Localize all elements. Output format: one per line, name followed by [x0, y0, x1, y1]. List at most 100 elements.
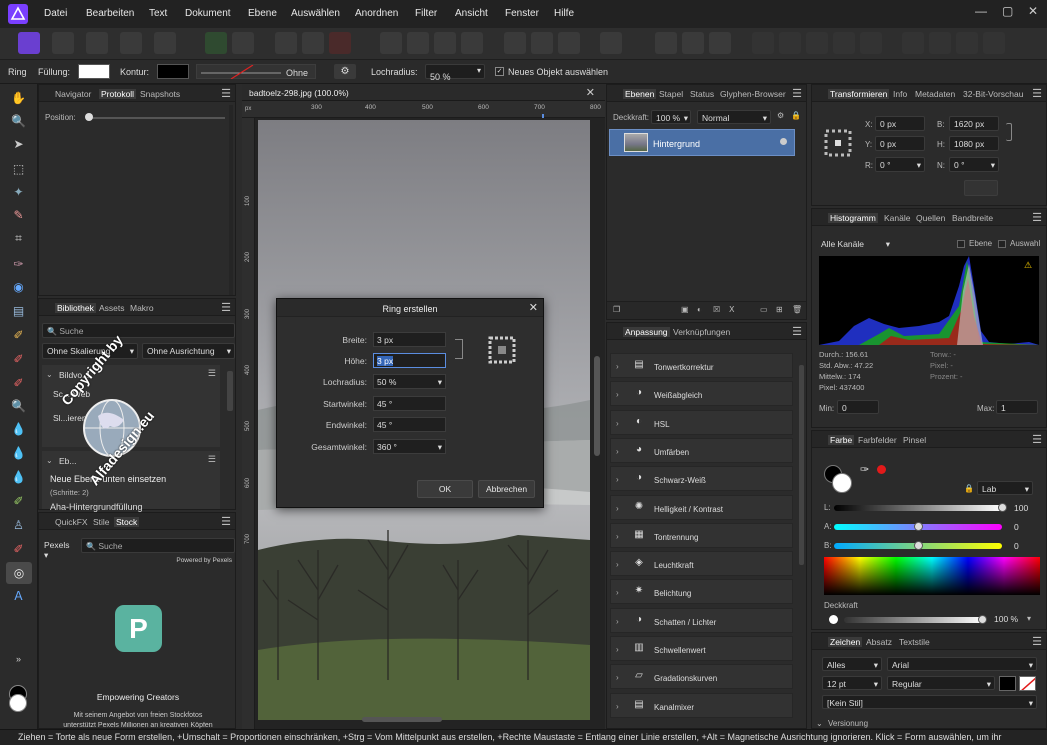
eyedropper-icon[interactable]: ✑: [860, 463, 869, 476]
menu-hilfe[interactable]: Hilfe: [554, 8, 574, 19]
y-input[interactable]: 0 px: [875, 136, 925, 151]
gear-icon[interactable]: ⚙: [777, 111, 784, 120]
tab-snapshots[interactable]: Snapshots: [140, 89, 180, 99]
arrange-front-icon[interactable]: [902, 32, 924, 54]
chevron-down-icon[interactable]: ⌄: [816, 719, 823, 728]
folder-icon[interactable]: ▭: [760, 305, 768, 314]
contrast-icon[interactable]: [407, 32, 429, 54]
boolean-subtract-icon[interactable]: [779, 32, 801, 54]
scale-select[interactable]: Ohne Skalierung ▾: [42, 343, 138, 359]
stroke-swatch[interactable]: [157, 64, 189, 79]
marquee-tool-icon[interactable]: ⬚: [10, 160, 27, 177]
tab-kanaele[interactable]: Kanäle: [884, 213, 910, 223]
flood-select-icon[interactable]: ✦: [10, 183, 27, 200]
layer-visibility-icon[interactable]: [780, 138, 787, 145]
selection-checkbox[interactable]: [998, 240, 1006, 248]
hand-tool-icon[interactable]: ✋: [10, 89, 27, 106]
tab-bibliothek[interactable]: Bibliothek: [55, 303, 96, 313]
erase-brush-icon[interactable]: ✐: [10, 350, 27, 367]
width-input[interactable]: 3 px: [373, 332, 446, 347]
tab-metadaten[interactable]: Metadaten: [915, 89, 955, 99]
zoom-tool-icon[interactable]: 🔍: [10, 112, 27, 129]
smudge-brush-icon[interactable]: 💧: [10, 420, 27, 437]
liquify-persona-icon[interactable]: [52, 32, 74, 54]
total-angle-input[interactable]: 360 ° ▾: [373, 439, 446, 454]
a-slider-knob[interactable]: [914, 522, 923, 531]
red-eye-tool-icon[interactable]: ✐: [10, 540, 27, 557]
boolean-intersect-icon[interactable]: [806, 32, 828, 54]
l-slider-knob[interactable]: [998, 503, 1007, 512]
cancel-button[interactable]: Abbrechen: [478, 480, 535, 498]
delete-layer-icon[interactable]: 🗑: [792, 305, 802, 314]
font-style-select[interactable]: Regular ▾: [887, 676, 995, 690]
panel-menu-icon[interactable]: ☰: [792, 325, 802, 338]
tone-mapping-persona-icon[interactable]: [120, 32, 142, 54]
provider-select[interactable]: Pexels ▾: [42, 538, 78, 560]
adjustment-item[interactable]: › ◐ HSL: [610, 409, 793, 435]
adjustment-item[interactable]: › ◑ Schwarz-Weiß: [610, 466, 793, 492]
panel-menu-icon[interactable]: ☰: [1032, 87, 1042, 100]
tab-stile[interactable]: Stile: [93, 517, 110, 527]
layer-options-icon[interactable]: ❐: [613, 305, 620, 314]
lock-icon[interactable]: 🔒: [964, 484, 974, 493]
close-document-icon[interactable]: ✕: [586, 86, 595, 99]
tab-status[interactable]: Status: [690, 89, 714, 99]
menu-anordnen[interactable]: Anordnen: [355, 8, 398, 19]
canvas-vertical-scrollbar[interactable]: [594, 356, 600, 456]
panel-menu-icon[interactable]: ☰: [221, 301, 231, 314]
mask-layer-icon[interactable]: ▣: [681, 305, 689, 314]
dodge-brush-icon[interactable]: ✐: [10, 374, 27, 391]
export-persona-icon[interactable]: [154, 32, 176, 54]
tab-quickfx[interactable]: QuickFX: [55, 517, 88, 527]
ok-button[interactable]: OK: [417, 480, 473, 498]
primary-color-swatch[interactable]: [9, 694, 27, 712]
tab-glyphen-browser[interactable]: Glyphen-Browser: [720, 89, 786, 99]
font-size-select[interactable]: 12 pt ▾: [822, 676, 882, 690]
ring-tool-icon[interactable]: ◎: [6, 562, 32, 584]
font-select[interactable]: Arial ▾: [887, 657, 1037, 671]
levels-icon[interactable]: [380, 32, 402, 54]
stroke-style-field[interactable]: Ohne: [196, 64, 316, 79]
anchor-grid-icon[interactable]: [824, 129, 852, 157]
transform-icon[interactable]: [302, 32, 324, 54]
tab-anpassung[interactable]: Anpassung: [623, 327, 670, 337]
app-logo-icon[interactable]: [8, 4, 28, 24]
tab-32bit-vorschau[interactable]: 32-Bit-Vorschau: [963, 89, 1023, 99]
panel-menu-icon[interactable]: ☰: [221, 87, 231, 100]
fx-icon[interactable]: Ⅹ: [729, 305, 734, 314]
white-balance-icon[interactable]: [461, 32, 483, 54]
arrange-back-icon[interactable]: [983, 32, 1005, 54]
hole-radius-input[interactable]: 50 % ▾: [373, 374, 446, 389]
tab-ebenen[interactable]: Ebenen: [623, 89, 657, 99]
group-menu-icon[interactable]: ☰: [208, 454, 216, 465]
link-aspect-icon[interactable]: [455, 339, 463, 359]
link-aspect-icon[interactable]: [1006, 123, 1012, 141]
tab-assets[interactable]: Assets: [99, 303, 125, 313]
group-menu-icon[interactable]: ☰: [208, 368, 216, 379]
menu-ansicht[interactable]: Ansicht: [455, 8, 488, 19]
tab-farbe[interactable]: Farbe: [828, 435, 855, 445]
tab-pinsel[interactable]: Pinsel: [903, 435, 926, 445]
min-input[interactable]: 0: [837, 400, 879, 414]
gear-alt-icon[interactable]: [232, 32, 254, 54]
panel-menu-icon[interactable]: ☰: [1032, 635, 1042, 648]
scope-select[interactable]: Alles ▾: [822, 657, 882, 671]
macro-item[interactable]: Aha-Hintergrundfüllung: [50, 502, 143, 512]
boolean-xor-icon[interactable]: [833, 32, 855, 54]
move-tool-icon[interactable]: ➤: [10, 135, 27, 152]
dialog-close-icon[interactable]: ✕: [529, 301, 538, 314]
document-tab[interactable]: badtoelz-298.jpg (100.0%) ✕: [242, 84, 605, 101]
mask-add-icon[interactable]: [682, 32, 704, 54]
hole-radius-input[interactable]: 50 % ▾: [425, 64, 485, 82]
lock-icon[interactable]: 🔒: [791, 111, 801, 120]
boolean-divide-icon[interactable]: [860, 32, 882, 54]
start-angle-input[interactable]: 45 °: [373, 396, 446, 411]
channel-select[interactable]: Alle Kanäle ▾: [819, 237, 893, 251]
tab-farbfelder[interactable]: Farbfelder: [858, 435, 897, 445]
library-search-input[interactable]: 🔍 Suche: [42, 323, 235, 338]
chevron-down-icon[interactable]: ▾: [1027, 614, 1031, 623]
text-tool-icon[interactable]: Ａ: [10, 587, 27, 604]
photo-persona-icon[interactable]: [18, 32, 40, 54]
boolean-add-icon[interactable]: [752, 32, 774, 54]
height-input[interactable]: 3 px: [373, 353, 446, 368]
